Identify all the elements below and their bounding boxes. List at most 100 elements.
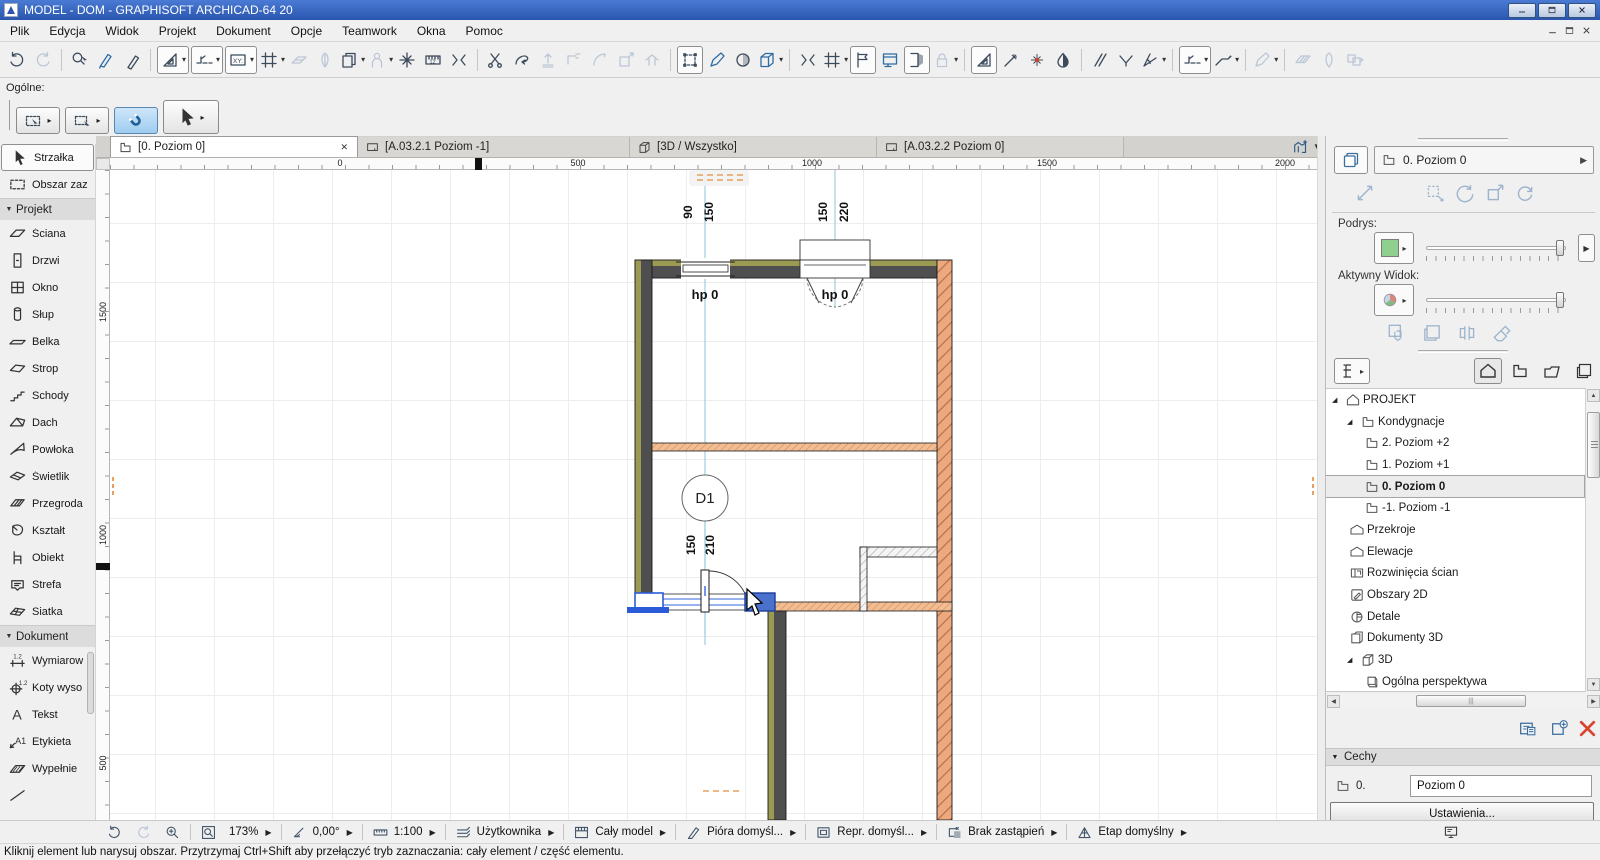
pen-tool-icon[interactable] bbox=[1252, 46, 1278, 74]
window-tool[interactable]: Okno bbox=[0, 274, 95, 301]
scroll-right-icon[interactable]: ▶ bbox=[1587, 695, 1600, 708]
stretch-box-icon[interactable] bbox=[614, 46, 638, 74]
orientation-control[interactable]: 0,00° ▶ bbox=[285, 821, 359, 843]
box3d[interactable]: ◢ 3D bbox=[1326, 649, 1584, 671]
mesh-tool[interactable]: Siatka bbox=[0, 598, 95, 625]
view-settings-icon[interactable] bbox=[1514, 716, 1540, 740]
item-dokument[interactable]: ▼ Dokument bbox=[0, 625, 95, 647]
representation-control[interactable]: Repr. domyśl... ▶ bbox=[809, 821, 933, 843]
item-okna[interactable]: Okna bbox=[407, 21, 456, 41]
expand-triangle-icon[interactable]: ◢ bbox=[1332, 396, 1343, 404]
line-tool[interactable] bbox=[0, 782, 95, 809]
auto-dimension-icon[interactable]: 12 bbox=[421, 46, 445, 74]
stair-tool[interactable]: Schody bbox=[0, 382, 95, 409]
expand-triangle-icon[interactable]: ◢ bbox=[1347, 418, 1358, 426]
magnet-button[interactable] bbox=[114, 107, 158, 134]
door-tool[interactable]: Drzwi bbox=[0, 247, 95, 274]
text-tool[interactable]: A Tekst bbox=[0, 701, 95, 728]
trace-reference-icon[interactable] bbox=[339, 46, 365, 74]
compare-views-icon[interactable] bbox=[1456, 322, 1478, 344]
zoom-fit-button[interactable] bbox=[194, 821, 223, 843]
close-tab-icon[interactable]: ✕ bbox=[338, 142, 350, 153]
wall-tool[interactable]: Ściana bbox=[0, 220, 95, 247]
drag-column-icon[interactable] bbox=[536, 46, 560, 74]
lock-icon[interactable] bbox=[932, 46, 958, 74]
fillet-icon[interactable] bbox=[588, 46, 612, 74]
tab-a0322[interactable]: [A.03.2.2 Poziom 0] bbox=[877, 137, 1124, 157]
underlay-color-button[interactable] bbox=[1374, 232, 1414, 264]
scale-control[interactable]: 1:100 ▶ bbox=[366, 821, 442, 843]
ruler-vertical[interactable]: 15001000500 bbox=[96, 170, 110, 820]
render-boxes-icon[interactable] bbox=[1343, 46, 1367, 74]
magic-wand-icon[interactable] bbox=[313, 46, 337, 74]
scroll-up-icon[interactable]: ▲ bbox=[1587, 389, 1600, 402]
coordinates-icon[interactable]: XY: bbox=[225, 46, 257, 74]
fill-reference-icon[interactable] bbox=[1491, 322, 1513, 344]
level-tool[interactable]: 1.2 Koty wyso bbox=[0, 674, 95, 701]
adjust-icon[interactable] bbox=[510, 46, 534, 74]
opacity-icon[interactable] bbox=[1051, 46, 1075, 74]
guide-lines-icon[interactable] bbox=[157, 46, 189, 74]
doc3d[interactable]: Dokumenty 3D bbox=[1326, 628, 1584, 650]
fit-view-icon[interactable] bbox=[1354, 182, 1376, 204]
floor-plan-canvas[interactable]: 90 150 150 220 150 210 hp 0 hp 0 D1 bbox=[110, 170, 1317, 820]
rotate-view-icon[interactable] bbox=[1454, 182, 1476, 204]
find-select-icon[interactable] bbox=[68, 46, 92, 74]
curtainwall-tool[interactable]: Przegroda bbox=[0, 490, 95, 517]
window-1[interactable] bbox=[676, 258, 735, 279]
view-3d-icon[interactable] bbox=[757, 46, 783, 74]
renovation-phase-control[interactable]: Etap domyślny ▶ bbox=[1070, 821, 1193, 843]
sheet-icon[interactable] bbox=[1317, 46, 1341, 74]
doc-restore-button[interactable] bbox=[1564, 25, 1575, 36]
pan-view-icon[interactable] bbox=[1424, 182, 1446, 204]
pen-edit-icon[interactable] bbox=[705, 46, 729, 74]
label-tool[interactable]: A1 Etykieta bbox=[0, 728, 95, 755]
item-teamwork[interactable]: Teamwork bbox=[332, 21, 407, 41]
panel-grab-handle[interactable] bbox=[1418, 138, 1508, 141]
pick-reference-icon[interactable] bbox=[1386, 322, 1408, 344]
item-edycja[interactable]: Edycja bbox=[39, 21, 95, 41]
tree-horizontal-scrollbar[interactable]: ◀ ▶ bbox=[1326, 694, 1600, 709]
underlay-intensity-slider[interactable] bbox=[1426, 246, 1566, 250]
zoom-redo-button[interactable] bbox=[129, 821, 158, 843]
selection-marquee-button[interactable] bbox=[16, 107, 60, 134]
door-in-wall-icon[interactable] bbox=[904, 46, 930, 74]
current-story-selector[interactable]: 0. Poziom 0 ▶ bbox=[1374, 146, 1594, 174]
layout-book-button[interactable] bbox=[1538, 358, 1566, 384]
zoom-in-button[interactable] bbox=[158, 821, 187, 843]
wall-lower-vertical[interactable] bbox=[768, 611, 786, 820]
tab-poziom-0[interactable]: [0. Poziom 0] ✕ bbox=[110, 136, 358, 157]
wall-left[interactable] bbox=[635, 260, 652, 612]
detail[interactable]: Detale bbox=[1326, 606, 1584, 628]
story[interactable]: -1. Poziom -1 bbox=[1326, 497, 1584, 519]
pickup-parameters-icon[interactable] bbox=[94, 46, 118, 74]
wall-top[interactable] bbox=[635, 260, 937, 278]
fill-tool[interactable]: Wypełnie bbox=[0, 755, 95, 782]
undo-icon[interactable] bbox=[5, 46, 29, 74]
column-tool[interactable]: Słup bbox=[0, 301, 95, 328]
story[interactable]: 1. Poziom +1 bbox=[1326, 454, 1584, 476]
item-pomoc[interactable]: Pomoc bbox=[456, 21, 513, 41]
arrow-mode-button[interactable] bbox=[163, 100, 219, 134]
snap-line-icon[interactable] bbox=[1179, 46, 1211, 74]
edit-selection-icon[interactable] bbox=[677, 46, 703, 74]
toolbox-scrollbar[interactable] bbox=[87, 652, 94, 714]
delete-icon[interactable] bbox=[1574, 716, 1600, 740]
minimize-button[interactable] bbox=[1508, 3, 1536, 18]
cursor[interactable]: Strzałka bbox=[1, 144, 94, 171]
hotspot-icon[interactable] bbox=[1025, 46, 1049, 74]
roof-tool[interactable]: Dach bbox=[0, 409, 95, 436]
refresh-view-icon[interactable] bbox=[1514, 182, 1536, 204]
item-projekt[interactable]: Projekt bbox=[149, 21, 206, 41]
zoom-undo-button[interactable] bbox=[100, 821, 129, 843]
active-view-color-button[interactable] bbox=[1374, 284, 1414, 316]
inject-parameters-icon[interactable] bbox=[120, 46, 144, 74]
marquee[interactable]: Obszar zaz bbox=[0, 171, 95, 198]
marquee-restrict-icon[interactable] bbox=[447, 46, 471, 74]
groups-icon[interactable] bbox=[367, 46, 393, 74]
tree-scrollbar[interactable]: ▲ ▼ bbox=[1585, 388, 1600, 692]
story[interactable]: 0. Poziom 0 bbox=[1326, 476, 1584, 498]
wall-right-brick[interactable] bbox=[937, 260, 952, 820]
survey-point-icon[interactable] bbox=[395, 46, 419, 74]
scroll-down-icon[interactable]: ▼ bbox=[1587, 678, 1600, 691]
